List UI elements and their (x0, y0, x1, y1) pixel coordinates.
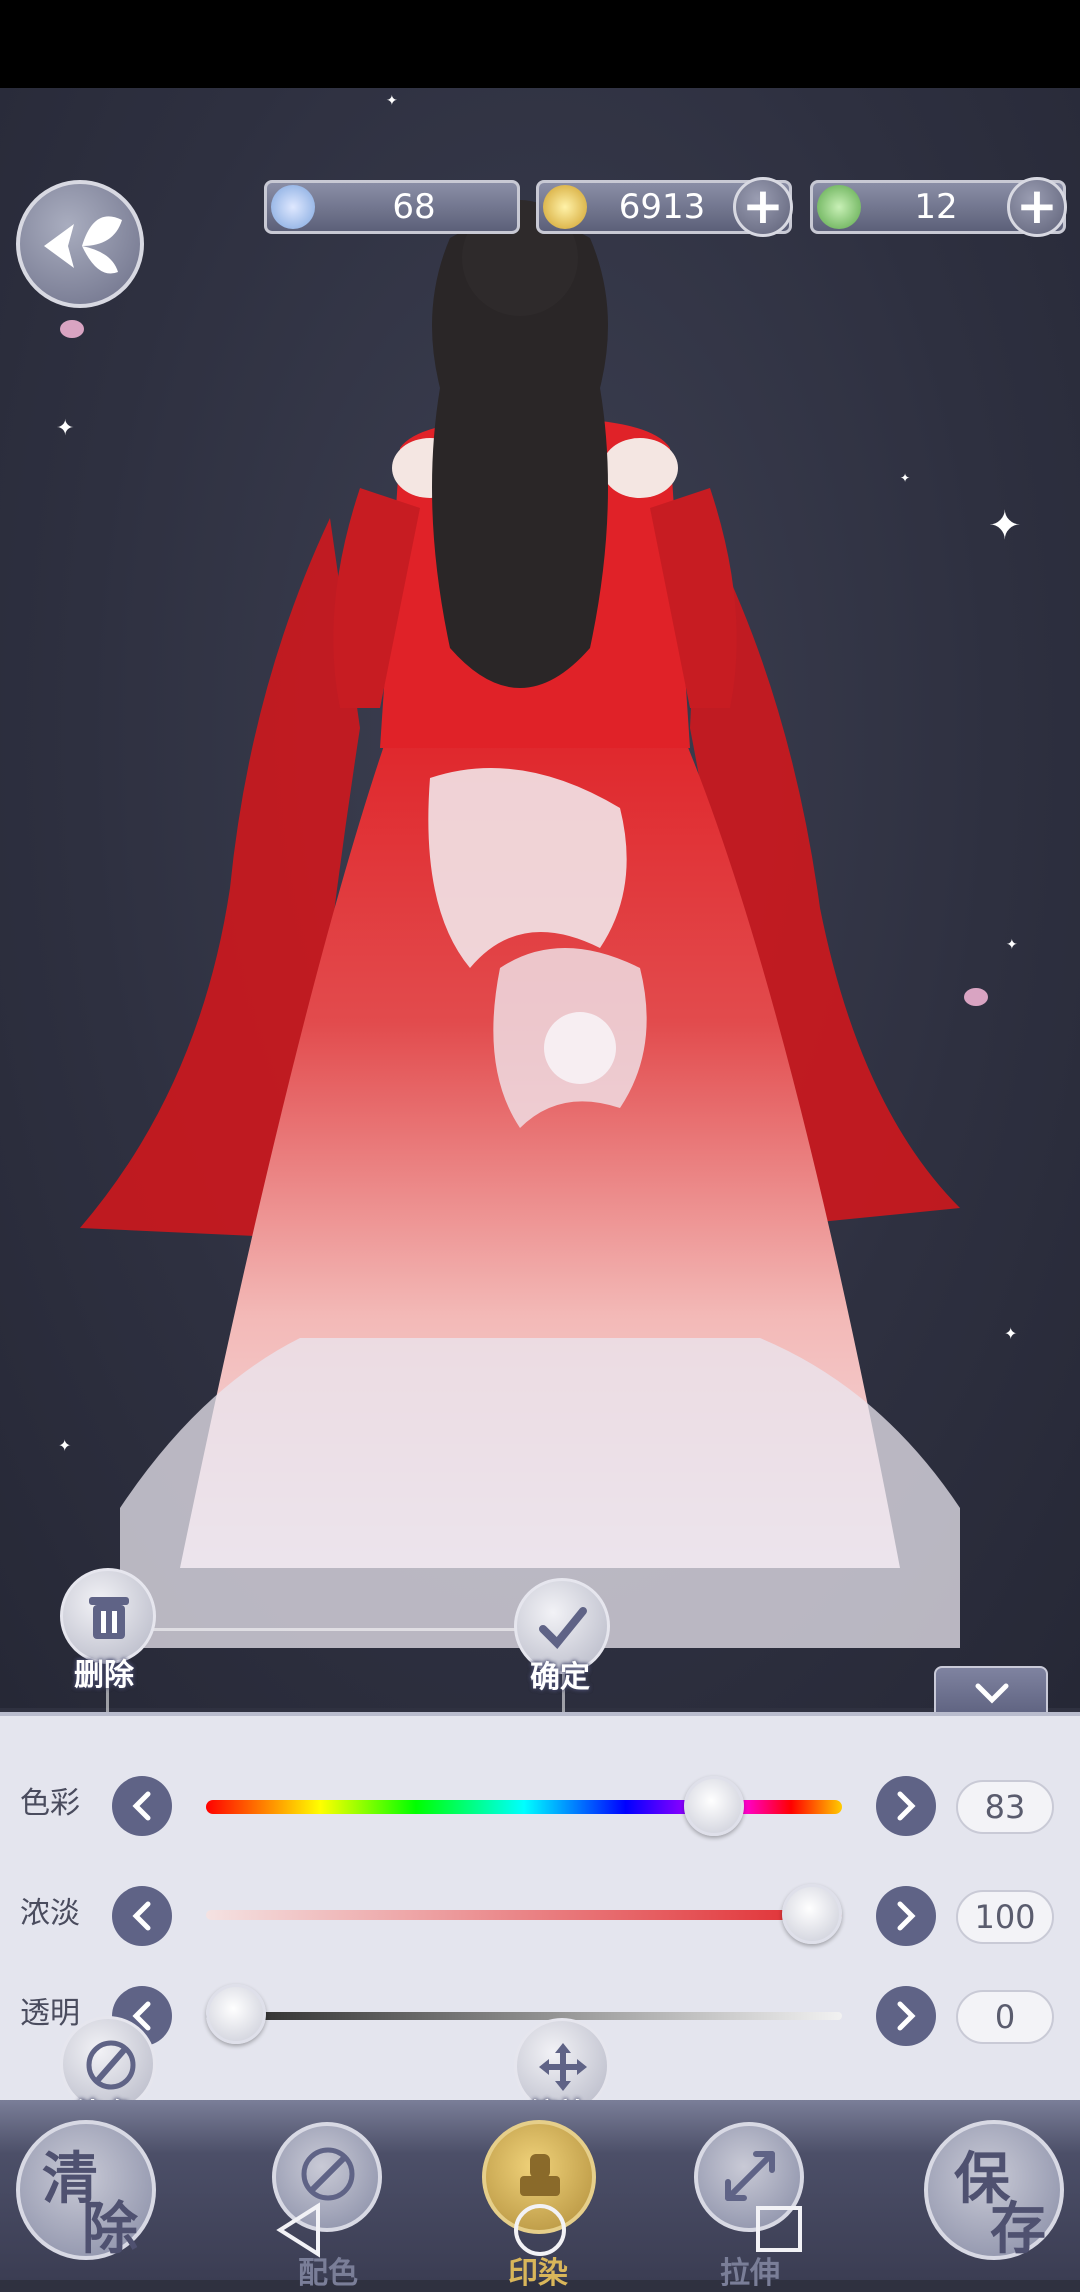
delete-label: 删除 (74, 1658, 134, 1693)
bottom-tab-bar: 清 除 配色 印染 拉伸 保 存 (0, 2100, 1080, 2291)
chevron-left-icon (132, 1791, 151, 1821)
coin-icon (543, 185, 587, 229)
save-char-2: 存 (990, 2196, 1046, 2262)
save-button[interactable]: 保 存 (924, 2120, 1064, 2262)
nav-back-icon[interactable] (272, 2200, 328, 2260)
status-bar (0, 0, 1080, 88)
chevron-down-icon (975, 1683, 1009, 1704)
move-arrows-icon (539, 2043, 587, 2091)
density-value: 100 (956, 1890, 1054, 1944)
clear-button[interactable]: 清 除 (16, 2120, 156, 2262)
nav-recents-icon[interactable] (754, 2204, 804, 2254)
stamp-icon (520, 2154, 560, 2196)
chevron-left-icon (132, 1901, 151, 1931)
transparency-label: 透明 (20, 1996, 80, 2031)
chevron-right-icon (897, 2001, 916, 2031)
transparency-increase-button[interactable] (876, 1986, 936, 2046)
nav-home-icon[interactable] (510, 2200, 570, 2260)
hue-value: 83 (956, 1780, 1054, 1834)
add-swirl-button[interactable]: + (1007, 177, 1067, 237)
swirl-count: 12 (914, 187, 958, 227)
swirl-icon (817, 185, 861, 229)
brush-icon (86, 2040, 136, 2090)
density-label: 浓淡 (20, 1896, 80, 1931)
density-decrease-button[interactable] (112, 1886, 172, 1946)
hue-slider-track[interactable] (206, 1800, 842, 1814)
stretch-icon (725, 2151, 775, 2201)
hue-decrease-button[interactable] (112, 1776, 172, 1836)
checkmark-icon (539, 1607, 587, 1649)
feather-count: 68 (392, 187, 436, 227)
frame-guide-top (106, 1628, 564, 1631)
coin-count: 6913 (618, 187, 706, 227)
feather-icon (271, 185, 315, 229)
game-scene: ✦ ✦ ✦ ✦ ✦ ✦ ✦ 68 6913 + 12 + (0, 88, 1080, 1708)
add-coin-button[interactable]: + (733, 177, 793, 237)
butterfly-back-icon (44, 216, 122, 274)
hue-slider-knob[interactable] (684, 1776, 745, 1836)
transparency-slider-knob[interactable] (206, 1984, 266, 2044)
density-slider-track[interactable] (206, 1910, 842, 1920)
transparency-value: 0 (956, 1990, 1054, 2044)
trash-icon (89, 1597, 129, 1639)
density-slider-knob[interactable] (782, 1884, 842, 1944)
tab-stretch-label: 拉伸 (720, 2256, 780, 2291)
feather-currency: 68 (264, 180, 520, 234)
swirl-currency: 12 + (810, 177, 1067, 237)
coin-currency: 6913 + (536, 177, 793, 237)
transparency-slider-track[interactable] (206, 2012, 842, 2020)
hue-increase-button[interactable] (876, 1776, 936, 1836)
back-button[interactable] (16, 180, 144, 308)
chevron-right-icon (897, 1791, 916, 1821)
palette-brush-icon (301, 2147, 355, 2201)
density-increase-button[interactable] (876, 1886, 936, 1946)
confirm-label: 确定 (530, 1660, 590, 1695)
hue-label: 色彩 (20, 1786, 80, 1821)
chevron-right-icon (897, 1901, 916, 1931)
character-figure[interactable] (0, 88, 1080, 1708)
clear-char-2: 除 (82, 2196, 138, 2262)
